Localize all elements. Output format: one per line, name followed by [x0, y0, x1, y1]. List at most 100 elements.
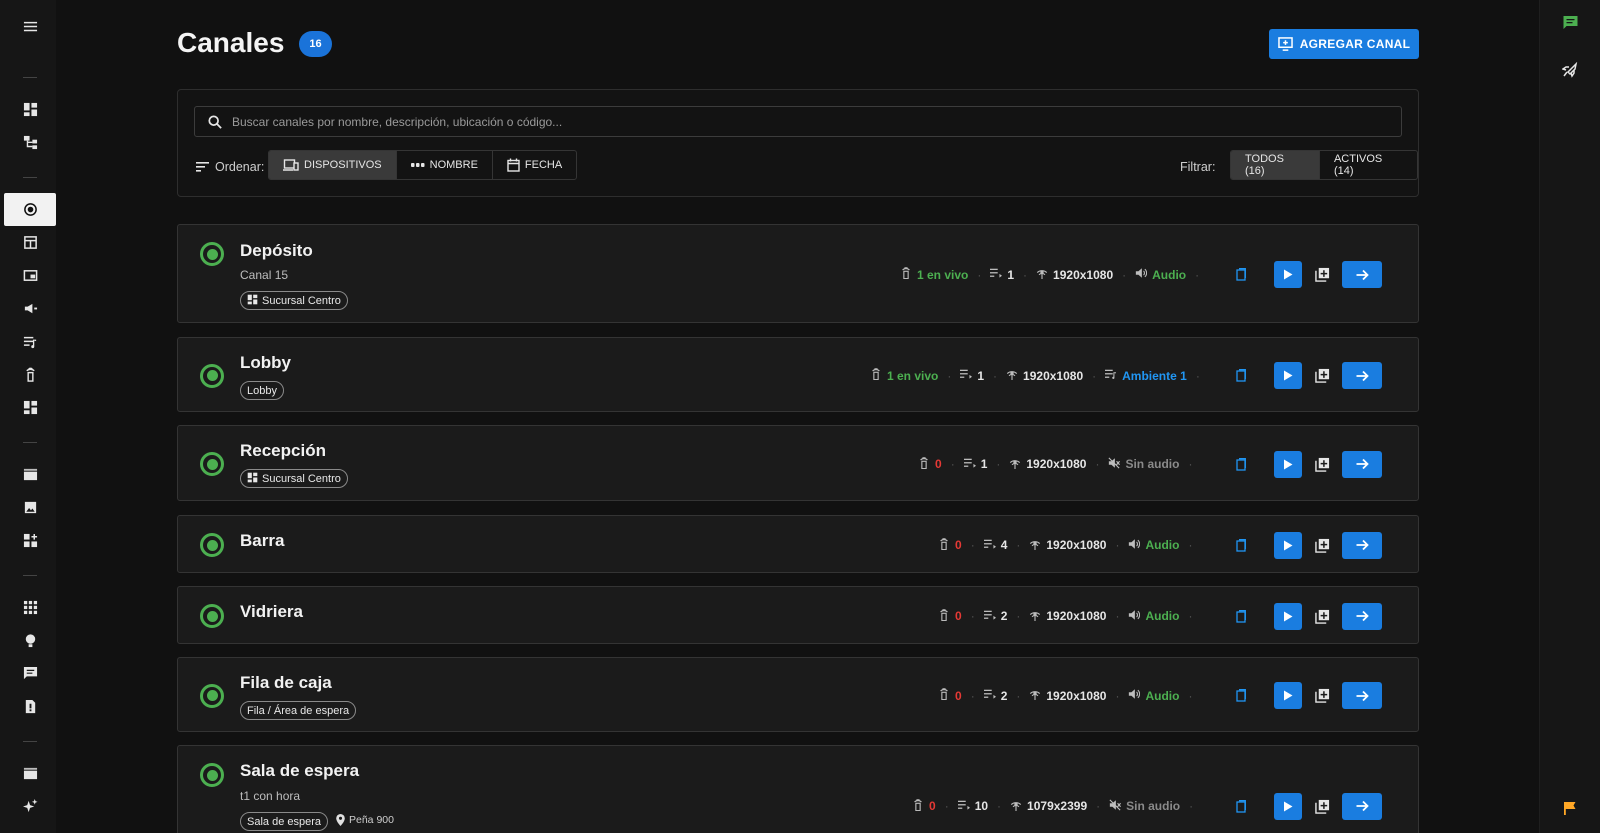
- queue-icon: [957, 799, 970, 814]
- add-to-queue-icon[interactable]: [1314, 368, 1330, 384]
- play-button[interactable]: [1274, 531, 1302, 559]
- channel-name: Sala de espera: [240, 761, 360, 780]
- add-to-queue-icon[interactable]: [1314, 798, 1330, 814]
- layout-icon[interactable]: [4, 226, 56, 259]
- clapperboard-icon[interactable]: [4, 458, 56, 491]
- sort-segment: DISPOSITIVOS NOMBRE FECHA: [268, 150, 578, 180]
- add-widget-icon[interactable]: [4, 524, 56, 557]
- search-icon: [208, 114, 222, 129]
- add-to-queue-icon[interactable]: [1314, 456, 1330, 472]
- queue-count: 4: [1000, 538, 1008, 552]
- channel-card[interactable]: Vidriera 0 · 2 · 1920x1080 · Audio ·: [177, 586, 1419, 644]
- arrow-right-icon: [1356, 800, 1369, 812]
- channel-card[interactable]: Lobby Lobby 1 en vivo · 1 · 1920x1080 · A…: [177, 337, 1419, 412]
- add-to-queue-icon[interactable]: [1314, 608, 1330, 624]
- audio-stat: Sin audio: [1109, 798, 1180, 814]
- menu-icon[interactable]: [4, 10, 56, 43]
- live-count: 0: [955, 538, 962, 552]
- copy-icon[interactable]: [1233, 369, 1247, 383]
- open-channel-button[interactable]: [1342, 450, 1382, 478]
- antenna-icon: [1010, 799, 1022, 814]
- channel-card[interactable]: Fila de caja Fila / Área de espera 0 · 2 …: [177, 657, 1419, 732]
- open-channel-button[interactable]: [1342, 261, 1382, 288]
- message-icon[interactable]: [4, 657, 56, 690]
- channel-tag[interactable]: Fila / Área de espera: [240, 701, 357, 720]
- channel-tag[interactable]: Sucursal Centro: [240, 469, 348, 488]
- play-button[interactable]: [1274, 261, 1302, 288]
- filter-active-button[interactable]: ACTIVOS (14): [1320, 151, 1417, 179]
- play-button[interactable]: [1274, 450, 1302, 478]
- open-channel-button[interactable]: [1342, 362, 1382, 389]
- open-channel-button[interactable]: [1342, 682, 1382, 709]
- dashboard-icon[interactable]: [4, 93, 56, 126]
- sparkles-icon[interactable]: [4, 790, 56, 823]
- open-channel-button[interactable]: [1342, 792, 1382, 820]
- sort-devices-button[interactable]: DISPOSITIVOS: [269, 151, 397, 179]
- antenna-icon: [1029, 609, 1041, 624]
- screen-icon[interactable]: [4, 259, 56, 292]
- channel-card[interactable]: Depósito Canal 15 Sucursal Centro 1 en viv…: [177, 224, 1419, 323]
- play-button[interactable]: [1274, 792, 1302, 820]
- channel-tag[interactable]: Lobby: [240, 381, 284, 400]
- campaign-icon[interactable]: [4, 292, 56, 325]
- copy-icon[interactable]: [1233, 609, 1247, 623]
- filter-all-button[interactable]: TODOS (16): [1231, 151, 1320, 179]
- queue-count: 2: [1000, 688, 1008, 703]
- flag-icon[interactable]: [1560, 798, 1580, 818]
- hierarchy-icon[interactable]: [4, 126, 56, 159]
- clapperboard-icon[interactable]: [4, 757, 56, 790]
- image-icon[interactable]: [4, 491, 56, 524]
- device-icon[interactable]: [4, 358, 56, 391]
- volume-icon: [1135, 267, 1148, 282]
- rocket-icon[interactable]: [1560, 60, 1580, 80]
- resolution-stat: 1920x1080: [1029, 538, 1106, 553]
- channel-stats: 1 en vivo · 1 · 1920x1080 · Ambiente 1 ·: [870, 366, 1209, 386]
- channel-card[interactable]: Sala de espera t1 con hora Sala de espera P…: [177, 745, 1419, 833]
- channel-stats: 0 · 2 · 1920x1080 · Audio ·: [938, 606, 1201, 626]
- audio-stat: Audio: [1128, 609, 1179, 624]
- channel-tag[interactable]: Sala de espera: [240, 812, 328, 831]
- copy-icon[interactable]: [1233, 689, 1247, 703]
- add-to-queue-icon[interactable]: [1314, 688, 1330, 704]
- volume-icon: [1128, 609, 1141, 624]
- page-title: Canales: [177, 27, 285, 58]
- channel-stats: 0 · 10 · 1079x2399 · Sin audio ·: [912, 796, 1202, 816]
- queue-stat: 2: [983, 688, 1008, 703]
- playlist-icon[interactable]: [4, 325, 56, 358]
- add-channel-button[interactable]: AGREGAR CANAL: [1269, 29, 1419, 59]
- location: Peña 900: [336, 814, 394, 826]
- play-icon: [1284, 370, 1293, 381]
- chat-icon[interactable]: [1560, 13, 1580, 33]
- copy-icon[interactable]: [1233, 799, 1247, 813]
- queue-count: 1: [977, 368, 985, 383]
- open-channel-button[interactable]: [1342, 602, 1382, 630]
- copy-icon[interactable]: [1233, 457, 1247, 471]
- copy-icon[interactable]: [1233, 538, 1247, 552]
- live-stat: 1 en vivo: [900, 267, 968, 282]
- antenna-icon: [1036, 267, 1048, 282]
- play-button[interactable]: [1274, 362, 1302, 389]
- sort-date-button[interactable]: FECHA: [493, 151, 576, 179]
- copy-icon[interactable]: [1233, 268, 1247, 282]
- sort-name-button[interactable]: NOMBRE: [397, 151, 493, 179]
- apps-icon[interactable]: [4, 591, 56, 624]
- play-button[interactable]: [1274, 602, 1302, 630]
- play-icon: [1284, 540, 1293, 550]
- open-channel-button[interactable]: [1342, 531, 1382, 559]
- widgets-icon[interactable]: [4, 391, 56, 424]
- channel-tag[interactable]: Sucursal Centro: [240, 291, 348, 310]
- status-indicator: [200, 242, 224, 266]
- channel-card[interactable]: Recepción Sucursal Centro 0 · 1 · 1920x10…: [177, 425, 1419, 501]
- channel-actions: [1233, 602, 1382, 630]
- search-input[interactable]: Buscar canales por nombre, descripción, …: [194, 106, 1402, 137]
- document-icon[interactable]: [4, 690, 56, 723]
- channels-icon[interactable]: [4, 193, 56, 226]
- play-button[interactable]: [1274, 682, 1302, 709]
- dashboard-icon: [247, 472, 258, 486]
- lightbulb-icon[interactable]: [4, 624, 56, 657]
- add-to-queue-icon[interactable]: [1314, 537, 1330, 553]
- add-to-queue-icon[interactable]: [1314, 267, 1330, 283]
- queue-stat: 4: [983, 538, 1008, 553]
- channel-card[interactable]: Barra 0 · 4 · 1920x1080 · Audio ·: [177, 515, 1419, 573]
- count-badge: 16: [299, 31, 332, 57]
